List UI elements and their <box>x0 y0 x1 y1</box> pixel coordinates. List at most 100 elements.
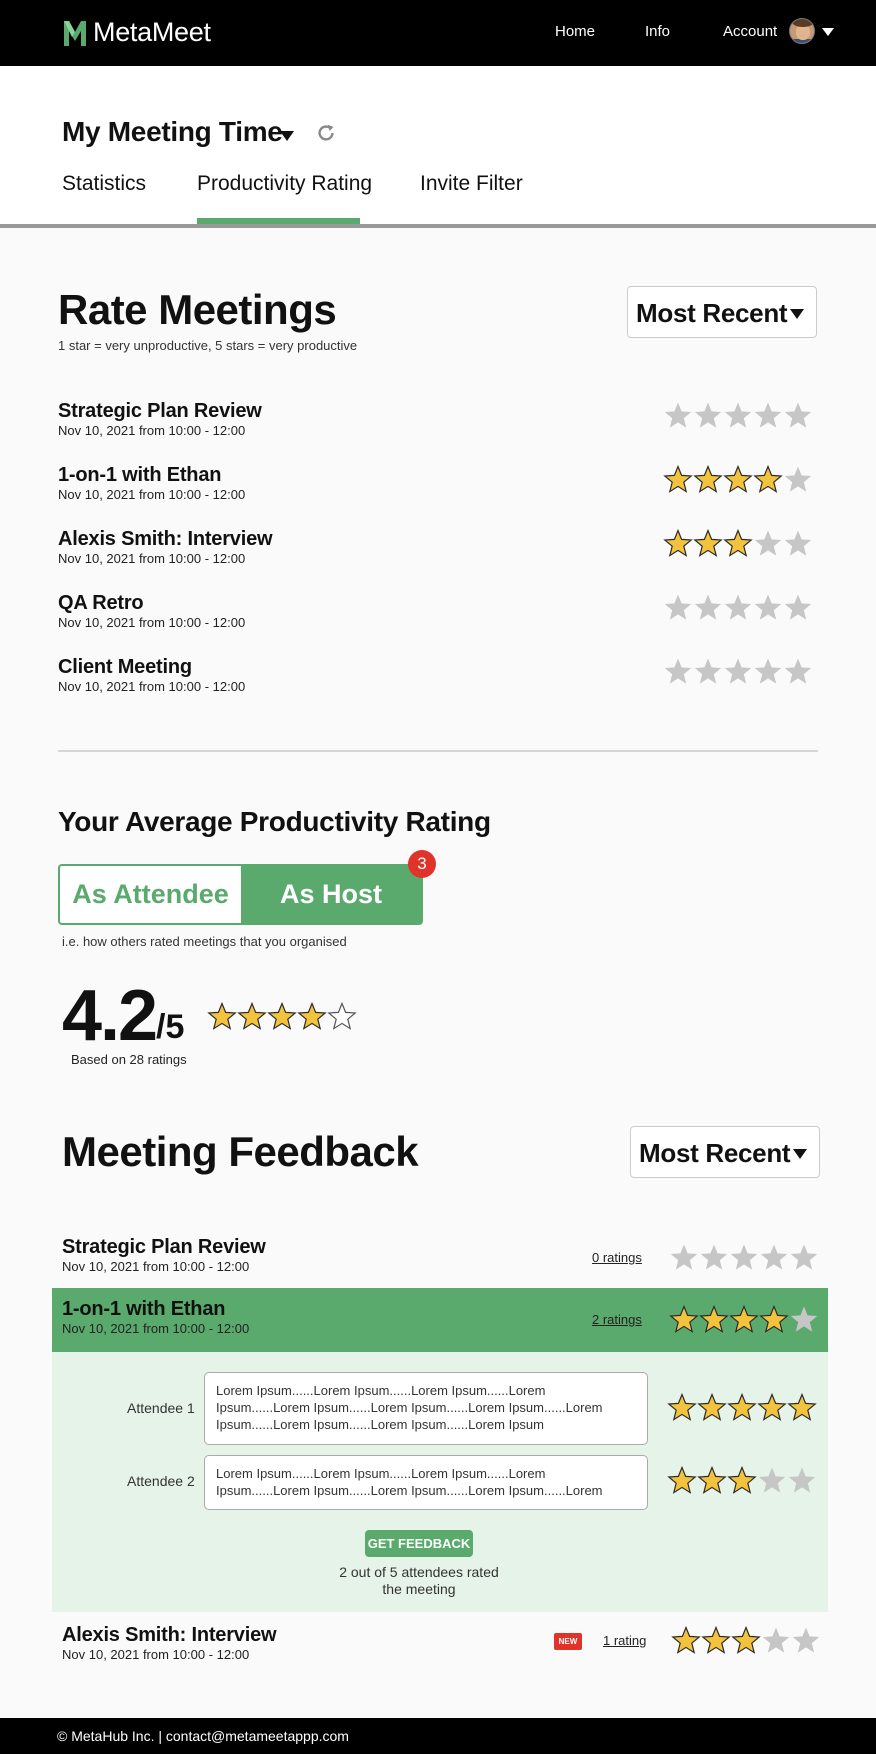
star-filled-icon[interactable] <box>697 1393 727 1423</box>
feedback-item-alexis-smith-interview[interactable]: Alexis Smith: Interview Nov 10, 2021 fro… <box>52 1614 828 1678</box>
star-empty-icon[interactable] <box>789 1305 819 1335</box>
star-empty-icon[interactable] <box>783 657 813 687</box>
star-filled-icon[interactable] <box>237 1002 267 1032</box>
star-filled-icon[interactable] <box>297 1002 327 1032</box>
ratings-count-link[interactable]: 2 ratings <box>592 1312 642 1327</box>
star-empty-icon[interactable] <box>783 465 813 495</box>
star-empty-icon[interactable] <box>693 593 723 623</box>
star-filled-icon[interactable] <box>723 465 753 495</box>
star-filled-icon[interactable] <box>207 1002 237 1032</box>
meeting-star-rating[interactable] <box>663 401 813 431</box>
star-filled-icon[interactable] <box>757 1393 787 1423</box>
meeting-star-rating[interactable] <box>663 529 813 559</box>
meeting-star-rating[interactable] <box>663 657 813 687</box>
get-feedback-button[interactable]: GET FEEDBACK <box>365 1530 473 1557</box>
tab-statistics[interactable]: Statistics <box>62 172 146 196</box>
star-empty-icon[interactable] <box>699 1243 729 1273</box>
star-empty-icon[interactable] <box>753 401 783 431</box>
average-star-rating <box>207 1002 357 1032</box>
account-menu-chevron-down-icon[interactable] <box>822 28 834 36</box>
meeting-feedback-heading: Meeting Feedback <box>62 1128 419 1175</box>
star-filled-icon[interactable] <box>759 1305 789 1335</box>
star-empty-icon[interactable] <box>729 1243 759 1273</box>
meeting-star-rating[interactable] <box>663 465 813 495</box>
star-empty-icon[interactable] <box>663 593 693 623</box>
rate-meeting-row: Client Meeting Nov 10, 2021 from 10:00 - … <box>58 656 818 700</box>
star-filled-icon[interactable] <box>753 465 783 495</box>
meeting-title: Alexis Smith: Interview <box>62 1624 277 1646</box>
rate-sort-dropdown[interactable]: Most Recent <box>627 286 817 338</box>
meeting-time: Nov 10, 2021 from 10:00 - 12:00 <box>62 1259 250 1274</box>
metameet-logo-icon <box>64 20 86 46</box>
star-filled-icon[interactable] <box>667 1466 697 1496</box>
meeting-time: Nov 10, 2021 from 10:00 - 12:00 <box>58 423 246 438</box>
star-filled-icon[interactable] <box>693 529 723 559</box>
as-attendee-toggle[interactable]: As Attendee <box>60 866 241 923</box>
star-filled-icon[interactable] <box>267 1002 297 1032</box>
star-empty-icon[interactable] <box>753 657 783 687</box>
star-filled-icon[interactable] <box>731 1626 761 1656</box>
star-filled-icon[interactable] <box>697 1466 727 1496</box>
ratings-count-note: Based on 28 ratings <box>71 1052 187 1067</box>
attendees-rated-note: 2 out of 5 attendees rated the meeting <box>339 1564 499 1597</box>
tab-invite-filter[interactable]: Invite Filter <box>420 172 523 196</box>
star-filled-icon[interactable] <box>787 1393 817 1423</box>
star-empty-icon[interactable] <box>791 1626 821 1656</box>
star-empty-icon[interactable] <box>789 1243 819 1273</box>
star-empty-icon[interactable] <box>693 657 723 687</box>
star-filled-icon[interactable] <box>663 465 693 495</box>
star-filled-icon[interactable] <box>699 1305 729 1335</box>
meeting-title: 1-on-1 with Ethan <box>62 1298 226 1320</box>
meeting-time: Nov 10, 2021 from 10:00 - 12:00 <box>58 615 246 630</box>
star-empty-icon[interactable] <box>669 1243 699 1273</box>
meeting-star-rating[interactable] <box>663 593 813 623</box>
star-filled-icon[interactable] <box>669 1305 699 1335</box>
feedback-item-strategic-plan-review[interactable]: Strategic Plan Review Nov 10, 2021 from … <box>52 1226 828 1290</box>
tab-productivity-rating[interactable]: Productivity Rating <box>197 172 372 196</box>
star-empty-icon[interactable] <box>783 593 813 623</box>
star-empty-icon[interactable] <box>759 1243 789 1273</box>
star-empty-icon[interactable] <box>753 529 783 559</box>
nav-home-link[interactable]: Home <box>555 23 595 40</box>
star-filled-icon[interactable] <box>671 1626 701 1656</box>
star-filled-icon[interactable] <box>727 1466 757 1496</box>
app-logo[interactable]: MetaMeet <box>63 17 211 48</box>
meeting-time: Nov 10, 2021 from 10:00 - 12:00 <box>58 679 246 694</box>
star-filled-icon[interactable] <box>663 529 693 559</box>
star-empty-icon[interactable] <box>723 401 753 431</box>
refresh-icon[interactable] <box>315 122 337 144</box>
title-dropdown-caret-icon[interactable] <box>280 131 294 141</box>
rate-meeting-row: QA Retro Nov 10, 2021 from 10:00 - 12:00 <box>58 592 818 636</box>
star-empty-icon[interactable] <box>787 1466 817 1496</box>
star-empty-icon[interactable] <box>783 401 813 431</box>
star-empty-icon[interactable] <box>663 401 693 431</box>
ratings-count-link[interactable]: 1 rating <box>603 1633 646 1648</box>
attendee-comment-box: Lorem Ipsum......Lorem Ipsum......Lorem … <box>204 1372 648 1445</box>
ratings-count-link[interactable]: 0 ratings <box>592 1250 642 1265</box>
feedback-sort-dropdown[interactable]: Most Recent <box>630 1126 820 1178</box>
star-filled-icon[interactable] <box>727 1393 757 1423</box>
star-empty-icon[interactable] <box>663 657 693 687</box>
nav-info-link[interactable]: Info <box>645 23 670 40</box>
meeting-title: QA Retro <box>58 592 144 614</box>
star-empty-icon[interactable] <box>693 401 723 431</box>
star-filled-icon[interactable] <box>729 1305 759 1335</box>
star-filled-icon[interactable] <box>701 1626 731 1656</box>
section-divider <box>58 750 818 752</box>
star-empty-icon[interactable] <box>723 593 753 623</box>
feedback-item-1-on-1-with-ethan[interactable]: 1-on-1 with Ethan Nov 10, 2021 from 10:0… <box>52 1288 828 1352</box>
star-empty-icon[interactable] <box>327 1002 357 1032</box>
star-filled-icon[interactable] <box>693 465 723 495</box>
meeting-title: Strategic Plan Review <box>62 1236 266 1258</box>
star-empty-icon[interactable] <box>783 529 813 559</box>
star-filled-icon[interactable] <box>723 529 753 559</box>
star-empty-icon[interactable] <box>753 593 783 623</box>
star-empty-icon[interactable] <box>761 1626 791 1656</box>
as-host-toggle[interactable]: As Host <box>241 866 421 923</box>
star-filled-icon[interactable] <box>667 1393 697 1423</box>
feedback-sort-label: Most Recent <box>639 1138 791 1168</box>
nav-account-link[interactable]: Account <box>723 23 777 40</box>
star-empty-icon[interactable] <box>757 1466 787 1496</box>
avatar[interactable] <box>789 18 815 44</box>
star-empty-icon[interactable] <box>723 657 753 687</box>
